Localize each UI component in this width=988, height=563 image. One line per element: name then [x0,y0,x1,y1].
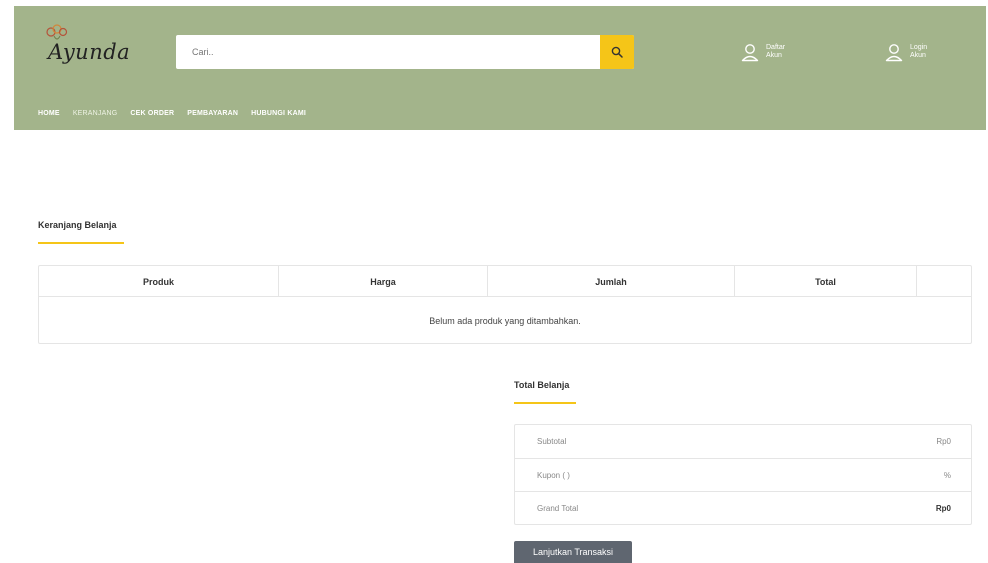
search-bar [176,35,634,69]
grand-total-label: Grand Total [537,503,579,513]
main-nav: HOME KERANJANG CEK ORDER PEMBAYARAN HUBU… [38,110,319,117]
coupon-label: Kupon ( ) [537,470,570,480]
search-input[interactable] [176,35,600,69]
register-label: Daftar Akun [766,44,786,59]
cart-table-header: Produk Harga Jumlah Total [39,266,971,297]
user-icon [741,44,759,62]
cart-empty-message: Belum ada produk yang ditambahkan. [429,315,581,326]
nav-cek-order[interactable]: CEK ORDER [130,110,174,117]
login-account-link[interactable]: Login Akun [884,42,927,62]
nav-keranjang[interactable]: KERANJANG [73,110,118,117]
cart-table: Produk Harga Jumlah Total Belum ada prod… [38,265,972,344]
totals-title-underline [514,402,576,404]
register-account-link[interactable]: Daftar Akun [740,42,785,62]
subtotal-row: Subtotal Rp0 [515,425,971,458]
coupon-row: Kupon ( ) % [515,458,971,491]
nav-hubungi-kami[interactable]: HUBUNGI KAMI [251,110,306,117]
column-header-action [917,266,972,297]
user-icon [885,44,903,62]
column-header-jumlah: Jumlah [488,266,735,297]
site-logo[interactable]: Ayunda [38,24,148,76]
totals-title: Total Belanja [514,380,570,390]
search-icon [611,46,623,58]
grand-total-value: Rp0 [935,503,951,513]
nav-pembayaran[interactable]: PEMBAYARAN [187,110,238,117]
continue-transaction-button[interactable]: Lanjutkan Transaksi [514,541,632,563]
column-header-harga: Harga [279,266,488,297]
grand-total-row: Grand Total Rp0 [515,491,971,524]
nav-home[interactable]: HOME [38,110,60,117]
cart-title: Keranjang Belanja [38,220,117,230]
login-label: Login Akun [910,44,928,59]
logo-text: Ayunda [48,40,131,64]
column-header-total: Total [735,266,917,297]
subtotal-value: Rp0 [936,437,951,446]
subtotal-label: Subtotal [537,437,567,446]
coupon-value: % [943,470,951,480]
cart-title-underline [38,242,124,244]
totals-table: Subtotal Rp0 Kupon ( ) % Grand Total Rp0 [514,424,972,525]
site-header: Ayunda Daftar Akun Login Akun [14,6,986,130]
search-button[interactable] [600,35,634,69]
column-header-produk: Produk [39,266,279,297]
